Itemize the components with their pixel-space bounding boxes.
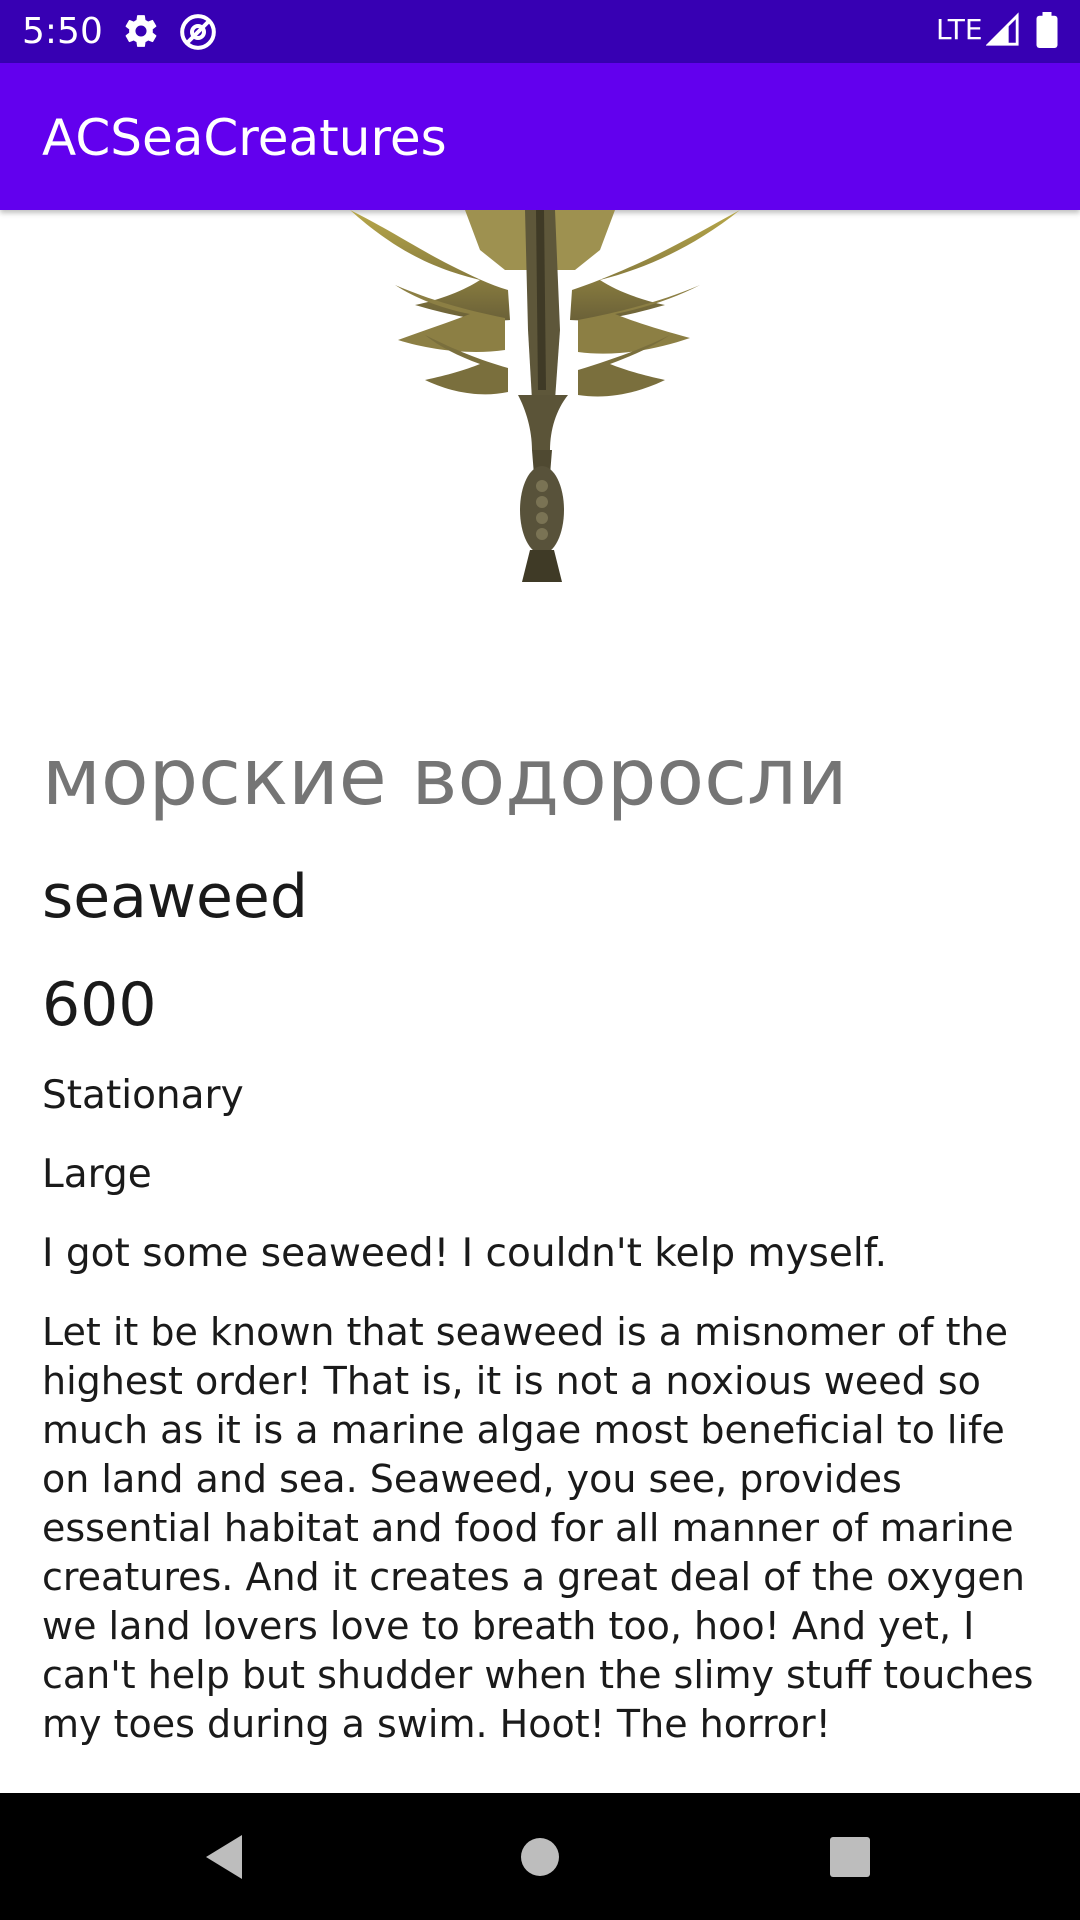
seaweed-image bbox=[350, 210, 740, 582]
home-icon[interactable] bbox=[508, 1825, 572, 1889]
settings-icon bbox=[125, 15, 157, 47]
recents-icon[interactable] bbox=[818, 1825, 882, 1889]
status-bar: 5:50 LTE bbox=[0, 0, 1080, 63]
creature-catch-phrase: I got some seaweed! I couldn't kelp myse… bbox=[42, 1231, 887, 1276]
network-type: LTE bbox=[936, 13, 983, 46]
creature-price: 600 bbox=[42, 970, 157, 1040]
creature-description: Let it be known that seaweed is a misnom… bbox=[42, 1310, 1034, 1746]
creature-size: Large bbox=[42, 1152, 152, 1197]
status-time: 5:50 bbox=[22, 11, 103, 52]
app-bar: ACSeaCreatures bbox=[0, 63, 1080, 210]
creature-shadow: Stationary bbox=[42, 1073, 244, 1118]
creature-name-en: seaweed bbox=[42, 862, 308, 932]
creature-name-ru: морские водоросли bbox=[42, 733, 848, 823]
back-icon[interactable] bbox=[196, 1825, 260, 1889]
battery-icon bbox=[1036, 12, 1058, 48]
at-sign-icon bbox=[180, 14, 216, 50]
app-title: ACSeaCreatures bbox=[42, 109, 447, 167]
signal-icon bbox=[986, 12, 1019, 46]
navigation-bar bbox=[0, 1793, 1080, 1920]
